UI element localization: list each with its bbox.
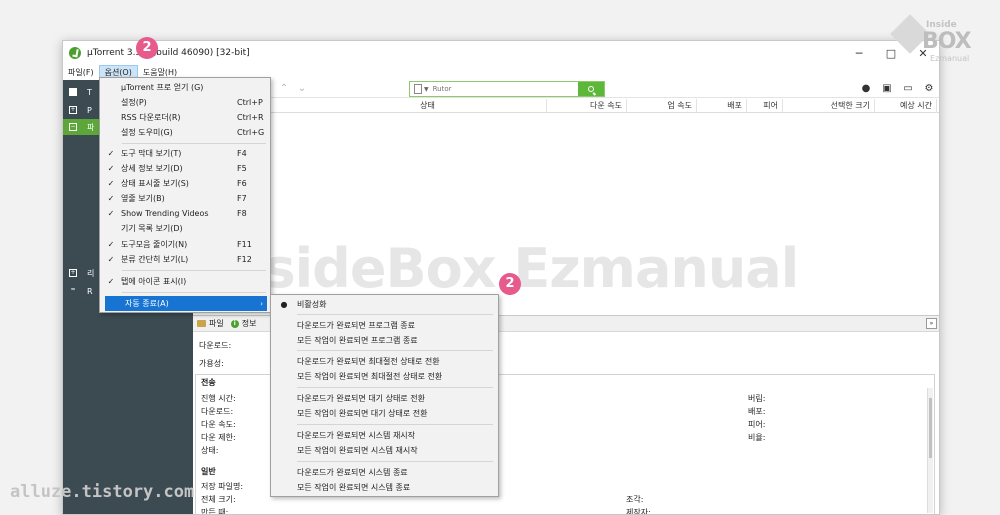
menu-item-rss-downloader[interactable]: RSS 다운로더(R) Ctrl+R	[101, 110, 269, 125]
tab-files[interactable]: 파일	[193, 318, 227, 329]
menu-item-tab-icons[interactable]: ✓ 탭에 아이콘 표시(I)	[101, 274, 269, 289]
label-created-by: 제작자:	[626, 508, 651, 515]
chat-icon[interactable]: ▣	[881, 83, 893, 95]
submenu-separator	[297, 314, 493, 315]
chevron-right-icon: ›	[260, 299, 263, 308]
submenu-item-disabled[interactable]: ● 비활성화	[271, 297, 498, 311]
step-badge: 2	[499, 273, 521, 295]
label-down-speed: 다운 속도:	[201, 420, 236, 429]
label-download: 다운로드:	[199, 341, 232, 350]
info-icon: i	[230, 319, 239, 328]
column-down-speed[interactable]: 다운 속도	[547, 99, 627, 113]
menu-item-get-pro[interactable]: µTorrent 프로 얻기 (G)	[101, 80, 269, 95]
column-selected-size[interactable]: 선택한 크기	[783, 99, 875, 113]
column-up-speed[interactable]: 업 속도	[627, 99, 697, 113]
submenu-item-shutdown-on-all[interactable]: 모든 작업이 완료되면 시스템 종료	[271, 480, 498, 494]
minimize-button[interactable]: ─	[843, 41, 875, 65]
label-seeds: 배포:	[748, 407, 766, 416]
submenu-item-standby-on-all[interactable]: 모든 작업이 완료되면 대기 상태로 전환	[271, 406, 498, 420]
insidebox-logo: Inside BOX Ezmanual	[890, 14, 988, 72]
chevron-down-icon[interactable]: ▼	[424, 86, 429, 93]
search-icon	[588, 86, 594, 92]
menu-item-compact-toolbar[interactable]: ✓ 도구모음 줄이기(N) F11	[101, 237, 269, 252]
column-status[interactable]: 상태	[313, 99, 547, 113]
menu-item-show-status-bar[interactable]: ✓ 상태 표시줄 보기(S) F6	[101, 176, 269, 191]
label-created-on: 만든 때:	[201, 508, 229, 515]
menu-item-auto-shutdown[interactable]: 자동 종료(A) ›	[105, 296, 267, 311]
column-peers[interactable]: 피어	[747, 99, 783, 113]
menu-item-setup-guide[interactable]: 설정 도우미(G) Ctrl+G	[101, 125, 269, 140]
bulb-icon[interactable]: ●	[860, 83, 872, 95]
menu-separator	[122, 292, 266, 293]
torrent-list-header: 상태 다운 속도 업 속도 배포 피어 선택한 크기 예상 시간	[193, 99, 939, 113]
tab-info[interactable]: i 정보	[227, 318, 260, 329]
label-downloaded: 다운로드:	[201, 407, 234, 416]
expand-icon: +	[69, 106, 77, 114]
label-wasted: 버림:	[748, 394, 766, 403]
column-seeds[interactable]: 배포	[697, 99, 747, 113]
rss-icon: ≈	[70, 286, 76, 293]
label-total-size: 전체 크기:	[201, 495, 236, 504]
menu-item-show-toolbar[interactable]: ✓ 도구 막대 보기(T) F4	[101, 146, 269, 161]
torrent-icon	[69, 88, 77, 96]
footer-watermark: alluze.tistory.com	[10, 482, 195, 502]
gear-icon[interactable]: ⚙	[923, 83, 935, 95]
menu-item-show-detail[interactable]: ✓ 상세 정보 보기(D) F5	[101, 161, 269, 176]
document-icon	[414, 84, 422, 94]
label-pieces: 조각:	[626, 495, 644, 504]
label-tag-icon: +	[69, 269, 77, 277]
scrollbar-thumb[interactable]	[929, 398, 932, 458]
collapse-icon: −	[69, 123, 77, 131]
menu-item-show-sidebar[interactable]: ✓ 옆줄 보기(B) F7	[101, 191, 269, 206]
toolbar-right-icons: ● ▣ ▭ ⚙	[860, 83, 935, 95]
down-icon[interactable]: ⌄	[296, 83, 308, 95]
submenu-separator	[297, 387, 493, 388]
label-ratio: 비율:	[748, 433, 766, 442]
submenu-separator	[297, 424, 493, 425]
auto-shutdown-submenu: ● 비활성화 다운로드가 완료되면 프로그램 종료 모든 작업이 완료되면 프로그…	[270, 294, 499, 497]
menu-file[interactable]: 파일(F)	[63, 65, 99, 80]
section-transfer: 전송	[201, 378, 216, 387]
toolbar: │ ⤓ ■ ⌃ ⌄ ▼ ● ▣ ▭ ⚙	[193, 80, 939, 98]
submenu-separator	[297, 461, 493, 462]
options-menu: µTorrent 프로 얻기 (G) 설정(P) Ctrl+P RSS 다운로더(…	[99, 77, 271, 313]
submenu-item-quit-on-all[interactable]: 모든 작업이 완료되면 프로그램 종료	[271, 333, 498, 347]
menu-item-trending-videos[interactable]: ✓ Show Trending Videos F8	[101, 206, 269, 221]
menu-item-device-list[interactable]: 기기 목록 보기(D)	[101, 221, 269, 236]
section-general: 일반	[201, 467, 216, 476]
submenu-item-shutdown-on-download[interactable]: 다운로드가 완료되면 시스템 종료	[271, 465, 498, 479]
utorrent-logo-icon	[69, 47, 81, 59]
collapse-pane-button[interactable]: »	[926, 318, 937, 329]
monitor-icon[interactable]: ▭	[902, 83, 914, 95]
label-availability: 가용성:	[199, 359, 224, 368]
menu-item-compact-labels[interactable]: ✓ 분류 간단히 보기(L) F12	[101, 252, 269, 267]
submenu-separator	[297, 350, 493, 351]
submenu-item-restart-on-download[interactable]: 다운로드가 완료되면 시스템 재시작	[271, 428, 498, 442]
detail-scrollbar[interactable]	[927, 388, 933, 513]
search-button[interactable]	[578, 82, 604, 96]
title-bar[interactable]: µTorrent 3.5.5 (build 46090) [32-bit] ─ …	[63, 41, 939, 65]
label-elapsed: 진행 시간:	[201, 394, 236, 403]
label-status: 상태:	[201, 446, 219, 455]
submenu-item-restart-on-all[interactable]: 모든 작업이 완료되면 시스템 재시작	[271, 443, 498, 457]
column-eta[interactable]: 예상 시간	[875, 99, 937, 113]
label-down-limit: 다운 제한:	[201, 433, 236, 442]
submenu-item-hibernate-on-all[interactable]: 모든 작업이 완료되면 최대절전 상태로 전환	[271, 369, 498, 383]
submenu-item-quit-on-download[interactable]: 다운로드가 완료되면 프로그램 종료	[271, 318, 498, 332]
label-peers: 피어:	[748, 420, 766, 429]
submenu-item-hibernate-on-download[interactable]: 다운로드가 완료되면 최대절전 상태로 전환	[271, 354, 498, 368]
menu-separator	[122, 143, 266, 144]
menu-separator	[122, 270, 266, 271]
window-title: µTorrent 3.5.5 (build 46090) [32-bit]	[87, 48, 250, 58]
label-save-as: 저장 파일명:	[201, 482, 244, 491]
folder-icon	[197, 320, 206, 327]
up-icon[interactable]: ⌃	[278, 83, 290, 95]
menu-item-preferences[interactable]: 설정(P) Ctrl+P	[101, 95, 269, 110]
search-input[interactable]	[432, 85, 563, 93]
step-badge: 2	[136, 37, 158, 59]
submenu-item-standby-on-download[interactable]: 다운로드가 완료되면 대기 상태로 전환	[271, 391, 498, 405]
search-box[interactable]: ▼	[409, 81, 605, 97]
